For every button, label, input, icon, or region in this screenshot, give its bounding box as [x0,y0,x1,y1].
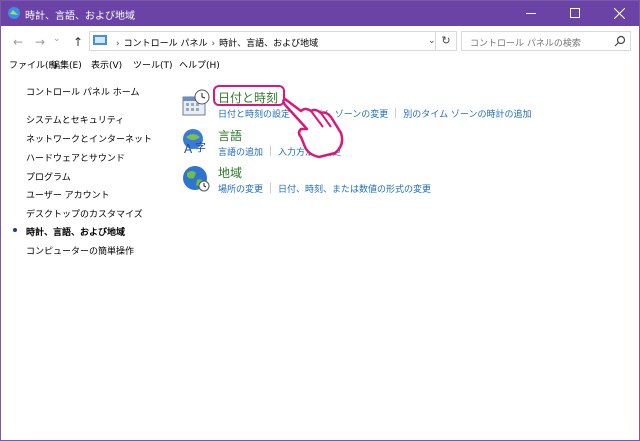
category-title-region[interactable]: 地域 [218,164,242,181]
link-separator [270,146,272,156]
menu-tools[interactable]: ツール(T) [133,58,173,71]
breadcrumb-item-clock-language-region[interactable]: 時計、言語、および地域 [219,39,318,49]
control-panel-icon [93,35,107,45]
up-arrow-icon[interactable]: ↑ [73,35,83,49]
breadcrumb-separator: › [116,39,120,49]
globe-clock-icon [183,166,210,192]
close-icon [614,8,625,19]
window-title: 時計、言語、および地域 [25,11,135,22]
sidebar-item-system-security[interactable]: システムとセキュリティ [26,113,124,126]
category-links-date-time: 日付と時刻の設定 タイム ゾーンの変更 別のタイム ゾーンの時計の追加 [218,107,531,120]
sidebar-item-clock-language-region: 時計、言語、および地域 [26,228,126,238]
sidebar-item-programs[interactable]: プログラム [26,170,71,183]
sidebar-item-control-panel-home[interactable]: コントロール パネル ホーム [26,85,139,98]
pointing-hand-icon [282,97,344,159]
category-title-language[interactable]: 言語 [218,127,242,144]
control-panel-icon [8,7,20,19]
recent-locations-chevron-icon[interactable]: ⌄ [53,34,61,44]
link-change-location[interactable]: 場所の変更 [218,185,263,195]
menu-file[interactable]: ファイル(F) [9,58,57,71]
menu-edit[interactable]: 編集(E) [51,58,82,71]
sidebar-item-ease-of-access[interactable]: コンピューターの簡単操作 [26,244,134,257]
language-icon: A 字 [183,129,206,155]
link-separator [395,108,397,118]
link-change-formats[interactable]: 日付、時刻、または数値の形式の変更 [278,185,431,195]
breadcrumb-item-control-panel[interactable]: コントロール パネル [124,39,208,49]
link-add-language[interactable]: 言語の追加 [218,148,263,158]
search-icon [614,35,626,47]
sidebar-item-desktop-customization[interactable]: デスクトップのカスタマイズ [26,207,143,220]
breadcrumb-separator: › [211,39,216,49]
breadcrumb: › コントロール パネル › 時計、言語、および地域 [112,36,318,49]
link-add-clocks[interactable]: 別のタイム ゾーンの時計の追加 [403,110,531,120]
minimize-button[interactable] [509,1,553,26]
svg-text:字: 字 [195,140,206,154]
search-input[interactable]: コントロール パネルの検索 [461,31,631,51]
address-row: ← → ⌄ ↑ › コントロール パネル › 時計、言語、および地域 ⌄ ↻ コントロ… [1,26,639,56]
link-separator [270,183,272,193]
calendar-clock-icon [182,89,210,116]
menu-bar: ファイル(F) 編集(E) 表示(V) ツール(T) ヘルプ(H) [1,56,639,72]
close-button[interactable] [597,1,639,26]
maximize-button[interactable] [553,1,597,26]
current-item-bullet [13,228,17,232]
category-links-region: 場所の変更 日付、時刻、または数値の形式の変更 [218,182,431,195]
address-bar[interactable]: › コントロール パネル › 時計、言語、および地域 ⌄ [89,31,457,51]
control-panel-window: 時計、言語、および地域 ← → ⌄ ↑ › コントロール パネル › 時計、言語、およ… [0,0,640,441]
refresh-button[interactable]: ↻ [435,31,457,51]
title-bar[interactable]: 時計、言語、および地域 [1,1,639,26]
search-placeholder: コントロール パネルの検索 [470,39,581,49]
sidebar-item-hardware-sound[interactable]: ハードウェアとサウンド [26,151,125,164]
back-arrow-icon[interactable]: ← [13,35,23,49]
svg-text:A: A [184,142,193,155]
sidebar-item-network-internet[interactable]: ネットワークとインターネット [26,132,152,145]
refresh-icon: ↻ [441,34,451,47]
highlight-box [213,85,285,106]
menu-help[interactable]: ヘルプ(H) [179,58,220,71]
forward-arrow-icon[interactable]: → [35,35,45,49]
menu-view[interactable]: 表示(V) [91,58,122,71]
sidebar-item-user-accounts[interactable]: ユーザー アカウント [26,188,110,201]
